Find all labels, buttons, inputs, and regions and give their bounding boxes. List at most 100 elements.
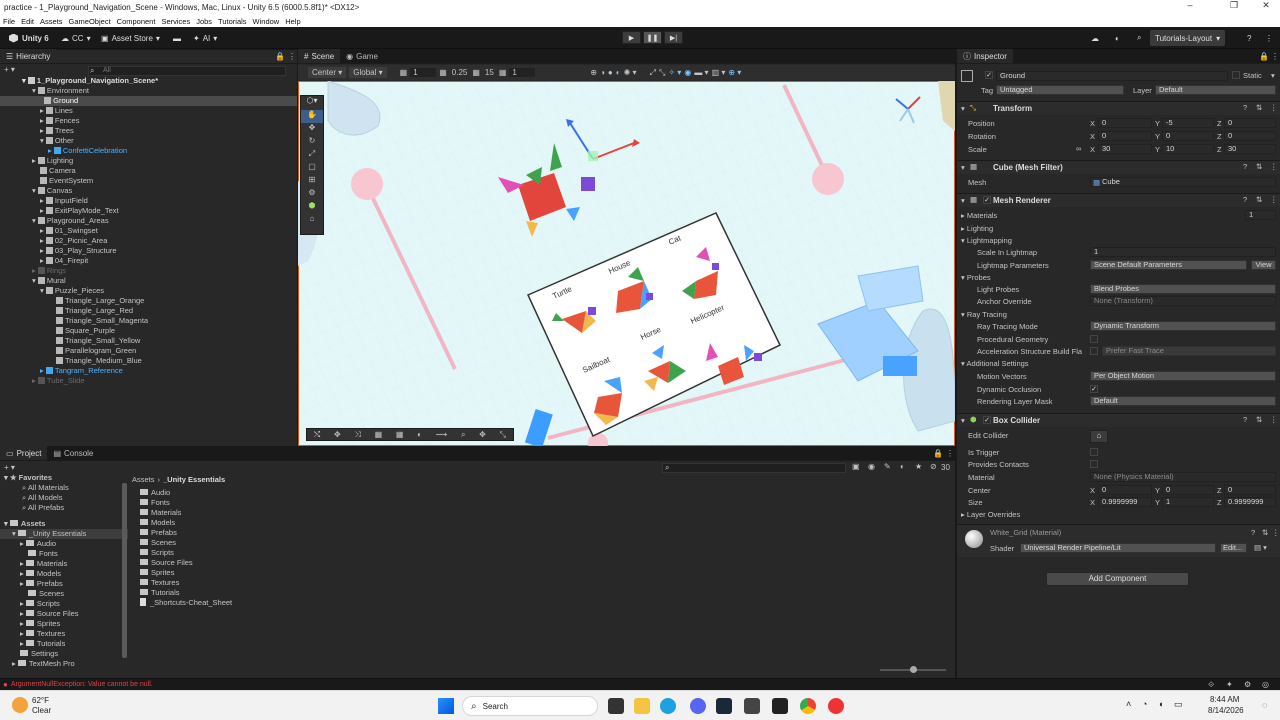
scale-y-field[interactable]: 10: [1162, 144, 1214, 154]
2d-toggle-icon[interactable]: ⤢: [650, 68, 656, 78]
preset-icon[interactable]: ⇅: [1262, 528, 1268, 537]
menu-help[interactable]: Help: [285, 17, 300, 26]
folder-item[interactable]: ▸ Models: [0, 569, 128, 579]
tree-item[interactable]: ▸ Lighting: [0, 156, 297, 166]
space-dropdown[interactable]: Global ▾: [349, 67, 387, 78]
rotation-z-field[interactable]: 0: [1224, 131, 1276, 141]
lightmapping-foldout[interactable]: ▾ Lightmapping: [961, 236, 1012, 245]
favorite-item[interactable]: ⌕ All Models: [0, 493, 128, 503]
tree-item[interactable]: ▾ Playground_Areas: [0, 216, 297, 226]
rotate-snap-icon[interactable]: ▦: [472, 68, 480, 77]
snap-icon[interactable]: ▦: [439, 68, 447, 77]
layout-dropdown[interactable]: Tutorials-Layout ▾: [1150, 30, 1226, 46]
effects-toggle-icon[interactable]: ✧ ▾: [668, 68, 681, 77]
tree-item-disabled[interactable]: ▸ Tube_Slide: [0, 376, 297, 386]
more-options-icon[interactable]: ⋮: [288, 52, 296, 61]
more-options-icon[interactable]: ⋮: [1270, 415, 1278, 424]
minimize-icon[interactable]: –: [1172, 0, 1208, 15]
overlay-icon[interactable]: ◐: [417, 430, 422, 439]
position-x-field[interactable]: 0: [1098, 118, 1152, 128]
more-options-icon[interactable]: ⋮: [1270, 162, 1278, 171]
taskbar-search[interactable]: ⌕ Search: [462, 696, 598, 716]
folder-item[interactable]: ▸ Source Files: [0, 609, 128, 619]
overlay-icon[interactable]: ⟿: [436, 430, 447, 439]
tree-item[interactable]: ▾ Canvas: [0, 186, 297, 196]
scale-lightmap-field[interactable]: 1: [1090, 247, 1276, 257]
tree-item[interactable]: ▸ 04_Firepit: [0, 256, 297, 266]
tab-hierarchy[interactable]: ☰ Hierarchy: [0, 49, 57, 63]
view-button[interactable]: View: [1251, 260, 1276, 270]
folder-item[interactable]: ▸ Prefabs: [0, 579, 128, 589]
unity-editor-icon[interactable]: [772, 698, 788, 714]
packages-button[interactable]: ▬: [168, 30, 186, 46]
help-icon[interactable]: ?: [1243, 162, 1247, 171]
start-button[interactable]: [438, 698, 454, 714]
folder-item[interactable]: Fonts: [0, 549, 128, 559]
hierarchy-search-input[interactable]: All: [88, 66, 286, 76]
shader-dropdown[interactable]: Universal Render Pipeline/Lit: [1020, 543, 1216, 553]
tree-item[interactable]: Triangle_Medium_Blue: [0, 356, 297, 366]
weather-icon[interactable]: [12, 697, 28, 713]
folder-item[interactable]: Scenes: [0, 589, 128, 599]
account-button[interactable]: Unity 6: [4, 30, 54, 46]
tree-item-selected[interactable]: Ground: [0, 96, 297, 106]
hand-tool-icon[interactable]: ✋: [301, 110, 323, 123]
tree-item[interactable]: EventSystem: [0, 176, 297, 186]
dynamic-occlusion-checkbox[interactable]: ✓: [1090, 385, 1098, 393]
tree-item[interactable]: ▾ Environment: [0, 86, 297, 96]
add-object-button[interactable]: + ▾: [4, 65, 15, 74]
tree-item[interactable]: Triangle_Large_Orange: [0, 296, 297, 306]
content-folder[interactable]: Textures: [140, 578, 440, 588]
status-icon[interactable]: ◎: [1262, 680, 1269, 689]
favorites-foldout[interactable]: ▾ ★ Favorites: [0, 473, 128, 483]
help-icon[interactable]: ?: [1243, 103, 1247, 112]
overlay-icon[interactable]: ⌕: [461, 430, 465, 440]
position-z-field[interactable]: 0: [1224, 118, 1276, 128]
overlay-icon[interactable]: ⤭: [314, 430, 320, 440]
cloud-services-icon[interactable]: ☁: [1086, 30, 1104, 46]
tab-project[interactable]: ▭ Project: [0, 446, 48, 460]
tab-game[interactable]: ◉ Game: [340, 49, 384, 63]
tab-console[interactable]: ▤ Console: [47, 446, 99, 460]
file-explorer-icon[interactable]: [634, 698, 650, 714]
menu-edit[interactable]: Edit: [21, 17, 34, 26]
center-z-field[interactable]: 0: [1224, 485, 1276, 495]
tab-inspector[interactable]: ⓘ Inspector: [957, 49, 1013, 63]
tree-item[interactable]: ▸ InputField: [0, 196, 297, 206]
audio-toggle-icon[interactable]: ⤡: [659, 68, 665, 78]
filter-icon[interactable]: ✎: [884, 462, 891, 471]
size-y-field[interactable]: 1: [1162, 497, 1214, 507]
link-icon[interactable]: ∞: [1076, 144, 1081, 153]
motion-vectors-dropdown[interactable]: Per Object Motion: [1090, 371, 1276, 381]
procedural-geometry-checkbox[interactable]: [1090, 335, 1098, 343]
preset-icon[interactable]: ⇅: [1256, 162, 1262, 171]
battery-icon[interactable]: ▭: [1174, 699, 1183, 710]
clock-time[interactable]: 8:44 AM: [1210, 695, 1239, 704]
scene-viewport[interactable]: Turtle House Cat Horse Helicopter Sailbo…: [298, 81, 955, 446]
tree-item[interactable]: ▸ Tangram_Reference: [0, 366, 297, 376]
discord-icon[interactable]: [690, 698, 706, 714]
menu-jobs[interactable]: Jobs: [196, 17, 212, 26]
menu-gameobject[interactable]: GameObject: [69, 17, 111, 26]
content-file[interactable]: _Shortcuts-Cheat_Sheet: [140, 598, 440, 608]
content-folder[interactable]: Materials: [140, 508, 440, 518]
provides-contacts-checkbox[interactable]: [1090, 460, 1098, 468]
rendering-layer-mask-dropdown[interactable]: Default: [1090, 396, 1276, 406]
folder-item[interactable]: ▸ Scripts: [0, 599, 128, 609]
box-collider-header[interactable]: Box Collider: [957, 413, 1280, 427]
menu-services[interactable]: Services: [161, 17, 190, 26]
folder-item[interactable]: ▸ Tutorials: [0, 639, 128, 649]
custom-tool-icon[interactable]: ⚙: [301, 188, 323, 201]
lightmap-params-dropdown[interactable]: Scene Default Parameters: [1090, 260, 1247, 270]
tree-item[interactable]: Triangle_Small_Magenta: [0, 316, 297, 326]
console-error-message[interactable]: ArgumentNullException: Value cannot be n…: [11, 681, 153, 688]
tree-scrollbar[interactable]: [122, 483, 127, 658]
step-button[interactable]: ▶|: [664, 31, 683, 44]
status-icon[interactable]: ✦: [1226, 680, 1233, 689]
content-folder[interactable]: Fonts: [140, 498, 440, 508]
preset-icon[interactable]: ⇅: [1256, 103, 1262, 112]
pause-button[interactable]: ❚❚: [643, 31, 662, 44]
more-options-icon[interactable]: ⋮: [1271, 52, 1279, 61]
size-x-field[interactable]: 0.9999999: [1098, 497, 1152, 507]
mesh-renderer-header[interactable]: Mesh Renderer: [957, 193, 1280, 207]
